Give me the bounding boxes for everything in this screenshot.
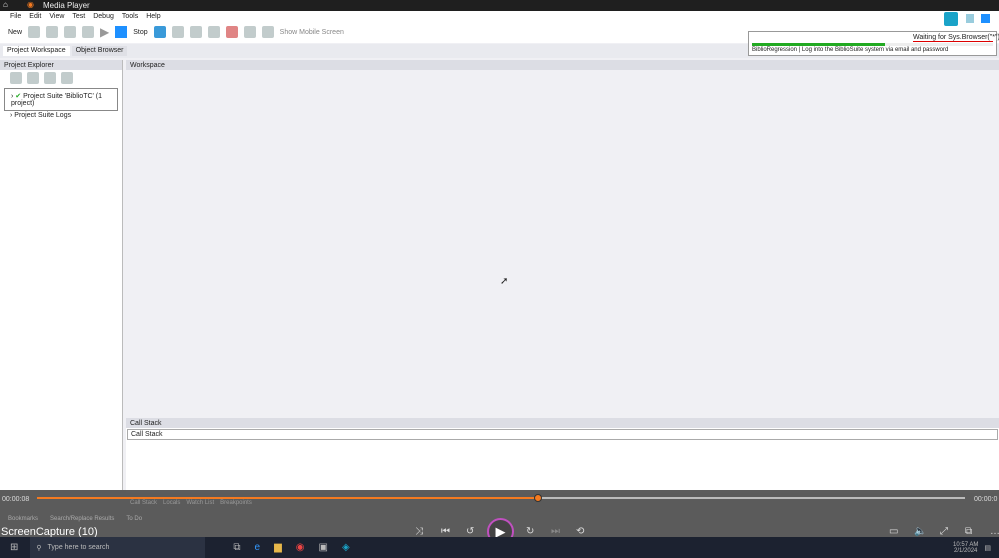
debug-tabs: Call Stack Locals Watch List Breakpoints [130, 500, 252, 506]
tree-item-logs[interactable]: › Project Suite Logs [0, 111, 122, 120]
tree-item-label: Project Suite 'BiblioTC' (1 project) [11, 93, 103, 107]
explorer-toolbar [0, 70, 122, 86]
chrome-icon[interactable]: ◉ [296, 542, 305, 553]
menu-bar: File Edit View Test Debug Tools Help [0, 11, 999, 21]
tab-bookmarks[interactable]: Bookmarks [8, 516, 38, 522]
new-button[interactable]: New [8, 29, 22, 36]
tree-item-project-suite[interactable]: › ✔ Project Suite 'BiblioTC' (1 project) [4, 88, 118, 111]
clock[interactable]: 10:57 AM 2/1/2024 [953, 542, 978, 554]
explorer-title: Project Explorer [4, 61, 54, 69]
calculator-icon[interactable] [207, 26, 220, 38]
stop-icon[interactable] [981, 14, 990, 23]
window-title: Media Player [43, 1, 90, 10]
stop-icon[interactable] [115, 26, 128, 38]
pause-icon[interactable] [171, 26, 184, 38]
total-time: 00:00:0 [974, 496, 998, 503]
app-icon[interactable]: ▣ [319, 542, 328, 553]
taskbar-apps: ⧉ e ▆ ◉ ▣ ◈ [233, 542, 349, 553]
popup-progress [752, 43, 993, 46]
mobile-icon[interactable] [261, 26, 274, 38]
more-icon[interactable]: … [990, 526, 999, 537]
captions-icon[interactable]: ▭ [889, 526, 898, 537]
bug-icon[interactable] [225, 26, 238, 38]
menu-view[interactable]: View [49, 13, 64, 20]
debug-icon[interactable] [153, 26, 166, 38]
shuffle-icon[interactable]: ⤨ [415, 526, 423, 537]
edge-icon[interactable]: e [255, 542, 261, 553]
tab-call-stack[interactable]: Call Stack [130, 500, 157, 506]
search-box[interactable]: ⚲ Type here to search [30, 537, 206, 558]
stop-button[interactable]: Stop [133, 29, 147, 36]
next-icon[interactable]: ⏭ [551, 526, 560, 537]
copy-icon[interactable] [44, 72, 56, 84]
show-mobile-screen-button[interactable]: Show Mobile Screen [280, 29, 344, 36]
notifications-icon[interactable]: ▤ [984, 544, 991, 552]
start-icon[interactable]: ⊞ [10, 542, 18, 553]
forward-30-icon[interactable]: ↻ [526, 526, 534, 537]
tree-item-label: Project Suite Logs [14, 112, 72, 119]
search-icon: ⚲ [36, 544, 42, 552]
tab-watch-list[interactable]: Watch List [186, 500, 214, 506]
rewind-10-icon[interactable]: ↺ [466, 526, 474, 537]
record-icon[interactable] [82, 26, 95, 38]
taskbar: ⊞ ⚲ Type here to search ⧉ e ▆ ◉ ▣ ◈ 10:57 AM 2/… [0, 537, 999, 558]
home-icon[interactable]: ⌂ [3, 0, 8, 9]
miniplayer-icon[interactable]: ⧉ [965, 526, 972, 537]
task-view-icon[interactable]: ⧉ [233, 542, 240, 553]
paste-icon[interactable] [61, 72, 73, 84]
menu-edit[interactable]: Edit [29, 13, 41, 20]
menu-help[interactable]: Help [146, 13, 160, 20]
tab-object-browser[interactable]: Object Browser [71, 46, 128, 56]
player-controls: 00:00:08 00:00:0 Call Stack Locals Watch L… [0, 490, 999, 545]
tab-breakpoints[interactable]: Breakpoints [220, 500, 252, 506]
mouse-cursor-icon: ➚ [500, 276, 509, 287]
popup-message: BiblioRegression | Log into the BiblioSu… [752, 47, 949, 53]
tab-todo[interactable]: To Do [126, 516, 142, 522]
seek-bar[interactable] [37, 494, 965, 502]
save-icon[interactable] [46, 26, 59, 38]
bug-search-icon[interactable] [243, 26, 256, 38]
search-placeholder: Type here to search [47, 544, 110, 551]
run-icon[interactable]: ▶ [100, 25, 109, 39]
title-bar: ⌂ ◉ Media Player [0, 0, 999, 11]
menu-file[interactable]: File [10, 13, 21, 20]
step-icon[interactable] [189, 26, 202, 38]
callstack-header: Call Stack [126, 418, 999, 428]
bottom-tabs: Bookmarks Search/Replace Results To Do [8, 516, 142, 522]
add-item-icon[interactable] [10, 72, 22, 84]
callstack-column-header[interactable]: Call Stack [127, 429, 998, 440]
add-icon[interactable] [64, 26, 77, 38]
tab-locals[interactable]: Locals [163, 500, 180, 506]
date: 2/1/2024 [954, 547, 978, 554]
testcomplete-icon[interactable] [944, 12, 958, 26]
open-icon[interactable] [28, 26, 41, 38]
media-player-icon: ◉ [27, 0, 34, 9]
fullscreen-icon[interactable]: ⤢ [940, 526, 948, 537]
menu-test[interactable]: Test [72, 13, 85, 20]
pause-icon[interactable] [966, 14, 974, 23]
repeat-off-icon[interactable]: ⟲ [576, 526, 584, 537]
status-text: Waiting for Sys.Browser("*") [913, 34, 999, 42]
workspace-panel: Workspace ➚ [126, 60, 999, 417]
volume-icon[interactable]: 🔈 [914, 526, 926, 537]
file-explorer-icon[interactable]: ▆ [274, 542, 282, 553]
testcomplete-taskbar-icon[interactable]: ◈ [342, 542, 350, 553]
workspace-header: Workspace [126, 60, 999, 70]
call-stack-panel: Call Stack Call Stack [126, 418, 999, 493]
menu-debug[interactable]: Debug [93, 13, 114, 20]
project-explorer: Project Explorer › ✔ Project Suite 'Bibl… [0, 60, 123, 490]
seek-handle[interactable] [534, 494, 543, 502]
menu-tools[interactable]: Tools [122, 13, 138, 20]
add-file-icon[interactable] [27, 72, 39, 84]
callstack-title: Call Stack [130, 419, 162, 427]
elapsed-time: 00:00:08 [2, 496, 30, 503]
workspace-title: Workspace [130, 61, 165, 69]
previous-icon[interactable]: ⏮ [441, 526, 450, 537]
tab-project-workspace[interactable]: Project Workspace [3, 46, 70, 56]
test-progress-popup: Waiting for Sys.Browser("*") BiblioRegre… [748, 31, 999, 56]
explorer-header: Project Explorer [0, 60, 122, 70]
tab-search-replace[interactable]: Search/Replace Results [50, 516, 114, 522]
